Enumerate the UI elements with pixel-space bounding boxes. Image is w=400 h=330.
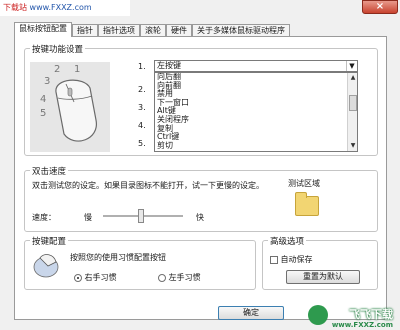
tab-strip: 鼠标按钮配置 指针 指针选项 滚轮 硬件 关于多媒体鼠标驱动程序 [14, 22, 290, 37]
watermark-logo-title: 飞飞下载 [349, 308, 393, 321]
radio-unselected-icon[interactable] [158, 273, 166, 282]
mouse-label-3: 3 [44, 76, 51, 87]
button-function-dropdown[interactable]: 向后翻 向前翻 禁用 下一窗口 Alt键 关闭程序 复制 Ctrl键 剪切 ▲ … [154, 72, 358, 152]
button-number-1: 1. [138, 62, 146, 71]
mouse-label-2: 2 [54, 64, 61, 75]
double-click-instruction: 双击测试您的设定。如果目录图标不能打开，试一下更慢的设定。 [32, 181, 264, 190]
dropdown-scrollbar[interactable]: ▲ ▼ [347, 73, 357, 151]
button-number-5: 5. [138, 139, 146, 148]
button-number-2: 2. [138, 85, 146, 94]
scroll-up-icon[interactable]: ▲ [348, 73, 357, 83]
button-1-select[interactable]: 左按键 ▼ [154, 60, 358, 72]
test-folder-icon[interactable] [295, 192, 319, 216]
button-layout-title: 按键配置 [30, 235, 69, 247]
button-1-value: 左按键 [157, 61, 181, 70]
dropdown-option[interactable]: 向前翻 [155, 81, 357, 91]
dropdown-option[interactable]: 关闭程序 [155, 115, 357, 125]
button-function-title: 按键功能设置 [30, 43, 86, 55]
checkbox-icon[interactable] [270, 255, 278, 264]
right-hand-radio[interactable]: 右手习惯 [74, 272, 117, 283]
button-number-4: 4. [138, 121, 146, 130]
logo-circle-icon [308, 305, 328, 325]
speed-slider-thumb[interactable] [137, 209, 144, 223]
close-button[interactable]: × [362, 0, 398, 14]
right-hand-label: 右手习惯 [84, 273, 117, 282]
dropdown-option[interactable]: 向后翻 [155, 73, 357, 82]
speed-label: 速度： [32, 213, 56, 222]
watermark-label: 下载站 [3, 3, 30, 12]
tab-button-config[interactable]: 鼠标按钮配置 [14, 22, 72, 37]
dropdown-option[interactable]: 剪切 [155, 141, 357, 151]
advanced-title: 高级选项 [268, 235, 307, 247]
dropdown-option[interactable]: Ctrl键 [155, 133, 357, 142]
left-hand-label: 左手习惯 [168, 273, 201, 282]
mouse-diagram: 2 3 4 5 1 [30, 62, 110, 152]
auto-save-checkbox[interactable]: 自动保存 [270, 254, 313, 265]
speed-slow-label: 慢 [84, 213, 92, 222]
dropdown-option[interactable]: 下一窗口 [155, 98, 357, 108]
mouse-label-4: 4 [40, 94, 47, 105]
reset-default-button[interactable]: 重置为默认 [286, 270, 360, 284]
button-number-3: 3. [138, 103, 146, 112]
left-hand-radio[interactable]: 左手习惯 [158, 272, 201, 283]
mouse-label-1: 1 [74, 64, 81, 75]
chevron-down-icon[interactable]: ▼ [346, 61, 357, 71]
scroll-thumb[interactable] [349, 95, 357, 111]
dropdown-option[interactable]: 复制 [155, 124, 357, 134]
button-layout-instruction: 按照您的使用习惯配置按钮 [70, 253, 166, 262]
ok-button[interactable]: 确定 [218, 306, 284, 320]
scroll-down-icon[interactable]: ▼ [348, 141, 357, 151]
test-area-label: 测试区域 [288, 179, 320, 188]
close-icon: × [375, 1, 385, 12]
double-click-title: 双击速度 [30, 165, 69, 177]
watermark-text: 下载站 www.FXXZ.com [0, 0, 130, 16]
watermark-url: www.FXXZ.com [29, 3, 92, 12]
auto-save-label: 自动保存 [280, 255, 313, 264]
watermark-logo: 飞飞下载 www.FXXZ.com [308, 304, 396, 329]
speed-fast-label: 快 [196, 213, 204, 222]
mouse-label-5: 5 [40, 108, 47, 119]
hand-mouse-icon [30, 250, 62, 280]
radio-selected-icon[interactable] [74, 273, 82, 282]
